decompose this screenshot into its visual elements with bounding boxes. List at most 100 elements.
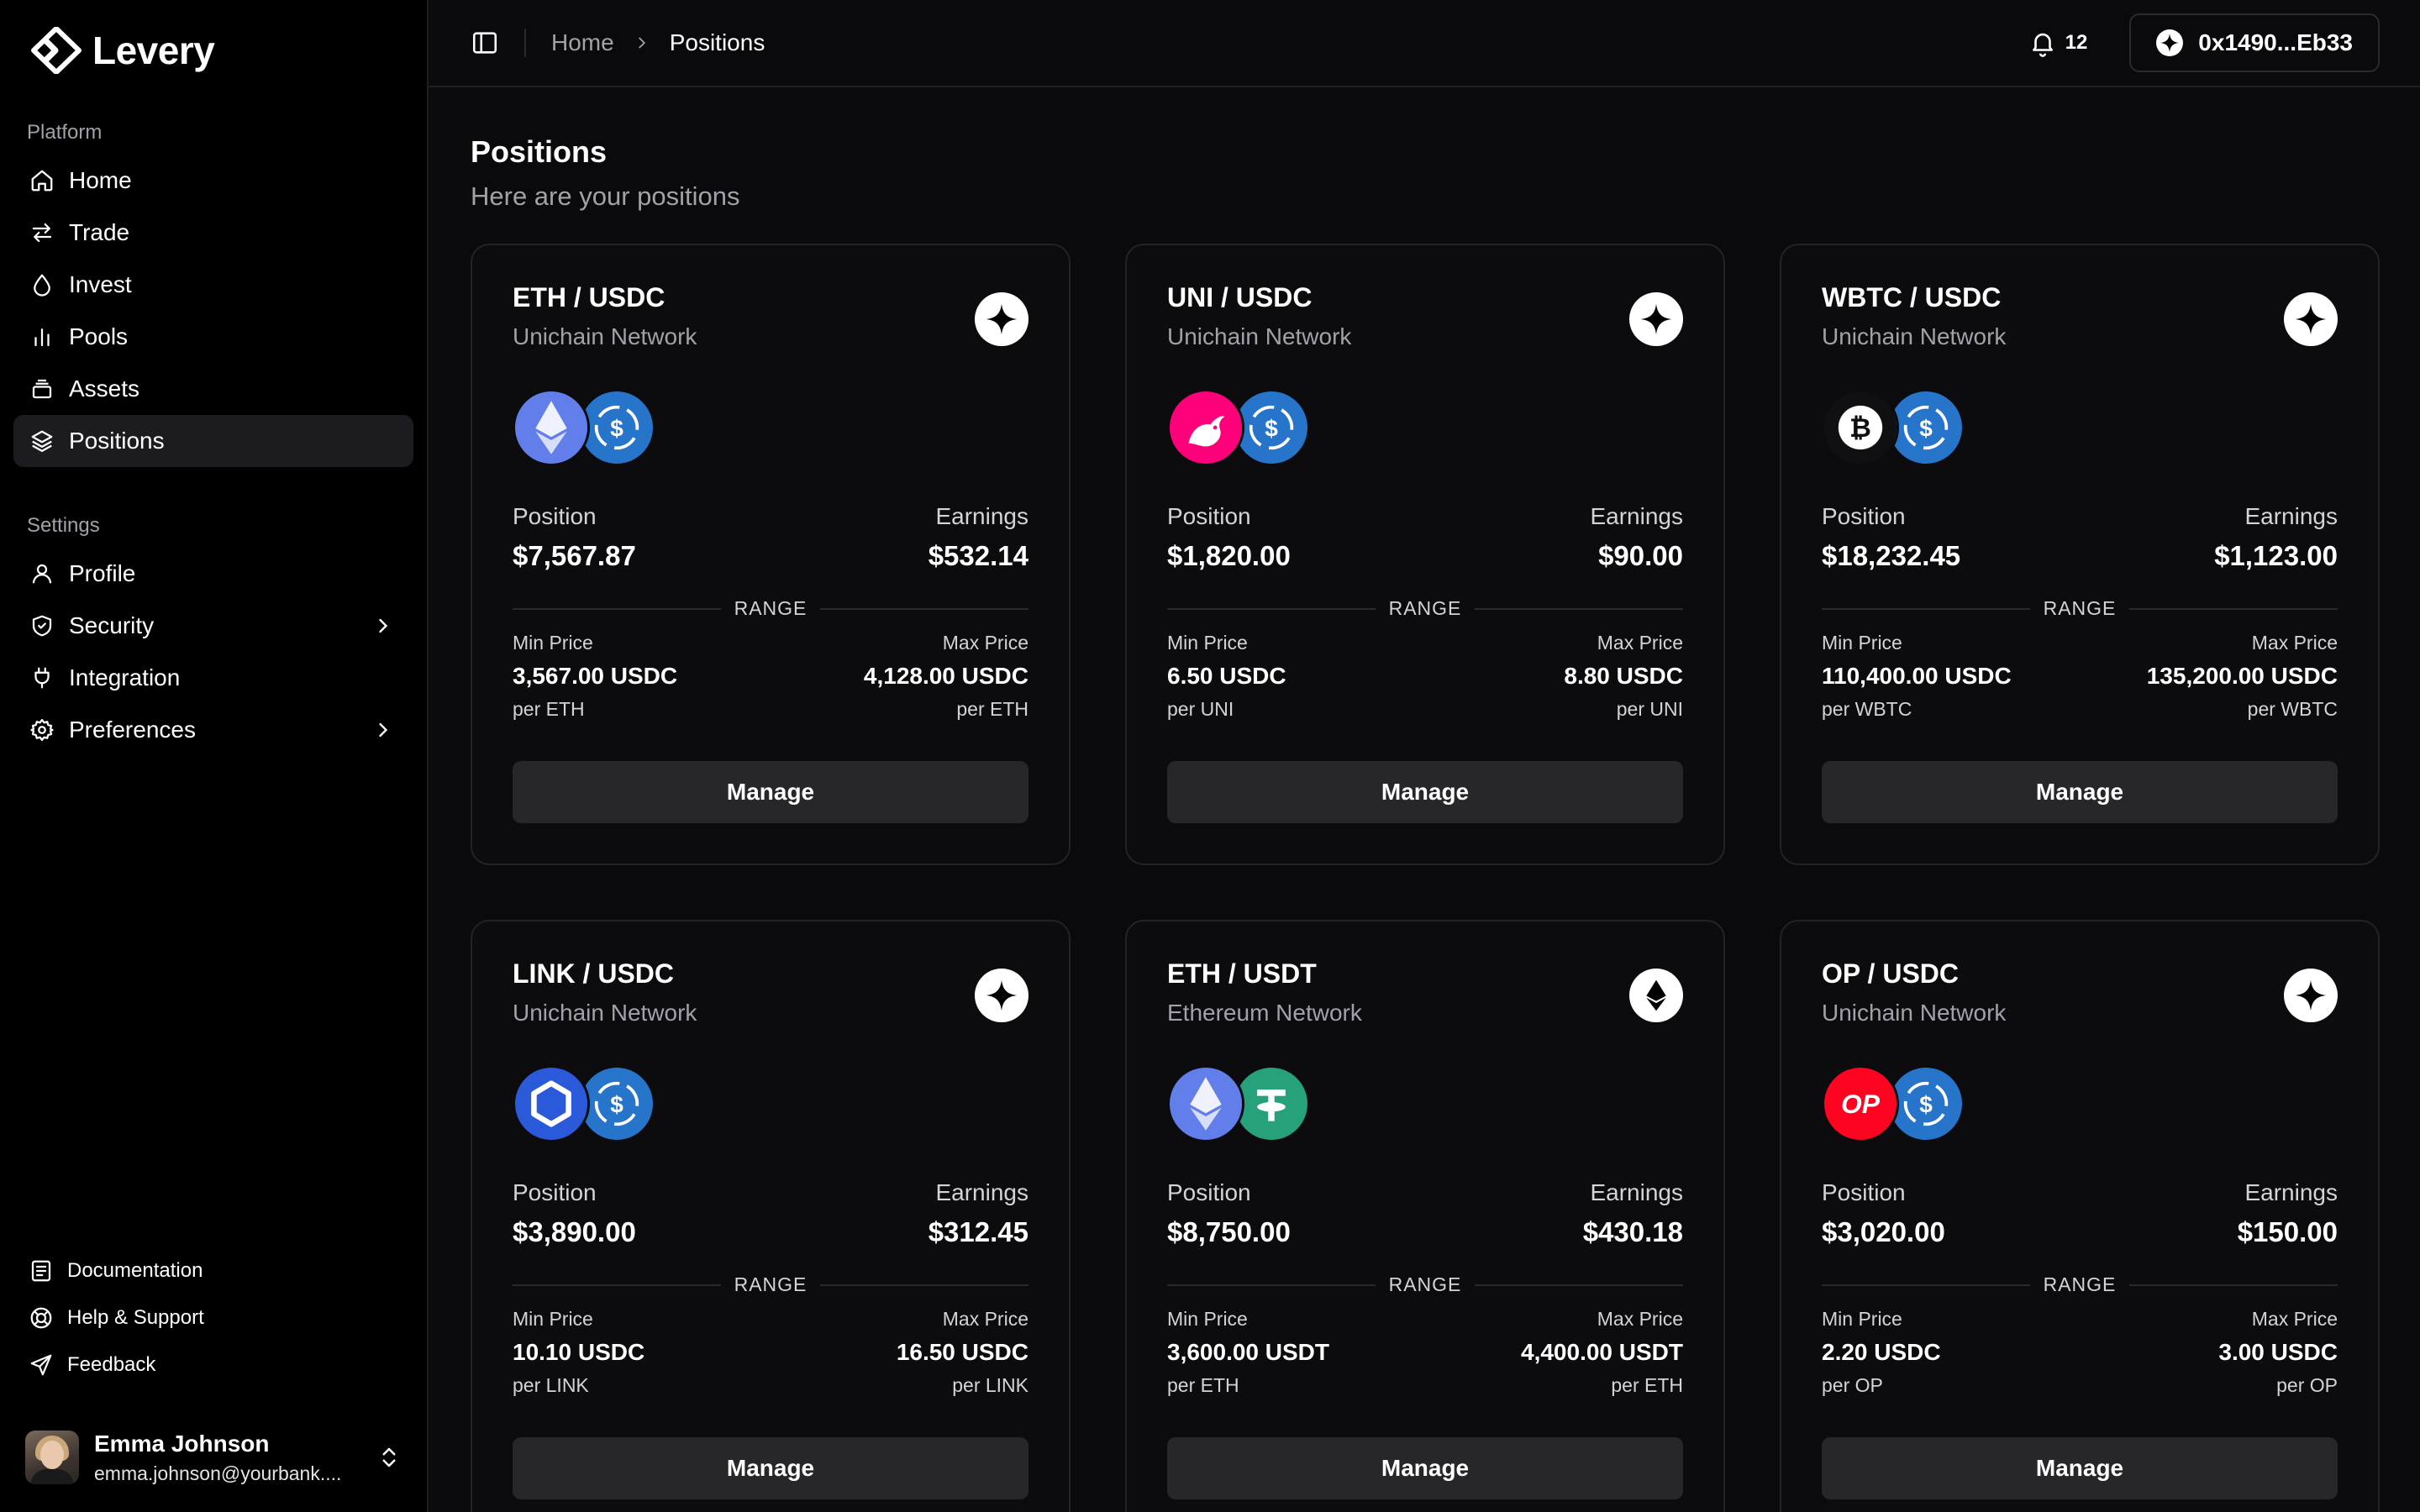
- svg-text:₿: ₿: [1849, 412, 1871, 443]
- sidebar-item-positions[interactable]: Positions: [13, 415, 413, 467]
- page-subtitle: Here are your positions: [471, 181, 740, 211]
- sidebar-toggle-icon[interactable]: [471, 29, 499, 57]
- min-price-block: Min Price 10.10 USDC per LINK: [513, 1308, 644, 1397]
- position-label: Position: [513, 503, 597, 529]
- network-badge[interactable]: [975, 292, 1028, 346]
- send-icon: [30, 1354, 52, 1376]
- bell-icon: [2032, 33, 2053, 57]
- sidebar-item-integration[interactable]: Integration: [13, 652, 413, 704]
- network-badge[interactable]: [2284, 969, 2338, 1022]
- earnings-value: $150.00: [2237, 1216, 2338, 1247]
- documentation-link[interactable]: Documentation: [13, 1247, 413, 1294]
- droplet-icon: [29, 271, 55, 298]
- sidebar-item-label: Pools: [69, 323, 129, 349]
- sidebar-item-home[interactable]: Home: [13, 155, 413, 207]
- range-label: RANGE: [1388, 1273, 1462, 1295]
- sidebar-item-preferences[interactable]: Preferences: [13, 704, 413, 756]
- help-support-link[interactable]: Help & Support: [13, 1294, 413, 1341]
- user-menu[interactable]: Emma Johnson emma.johnson@yourbank....: [13, 1420, 413, 1495]
- network-name: Unichain Network: [513, 1000, 697, 1026]
- position-label: Position: [1822, 503, 1906, 529]
- range-label: RANGE: [734, 597, 808, 619]
- earnings-stat: Earnings $150.00: [2238, 1179, 2338, 1248]
- network-badge[interactable]: [1629, 969, 1683, 1022]
- network-badge[interactable]: [1629, 292, 1683, 346]
- chevron-right-icon: [379, 722, 388, 738]
- earnings-stat: Earnings $312.45: [929, 1179, 1028, 1248]
- earnings-label: Earnings: [2244, 1179, 2338, 1205]
- help-support-label: Help & Support: [67, 1306, 204, 1329]
- earnings-label: Earnings: [2244, 503, 2338, 529]
- stack-icon: [29, 375, 55, 402]
- breadcrumb: Home Positions: [551, 29, 765, 56]
- platform-nav: Home Trade Invest Pools Assets Positions: [13, 155, 413, 467]
- levery-logo-icon: [31, 27, 82, 74]
- sidebar-footer-links: Documentation Help & Support Feedback: [13, 1247, 413, 1389]
- document-icon: [31, 1260, 51, 1282]
- max-price-block: Max Price 4,128.00 USDC per ETH: [864, 632, 1028, 721]
- token-pair-icons: $: [513, 1065, 1028, 1146]
- position-card: OP / USDC Unichain Network OP $ Position…: [1780, 920, 2380, 1512]
- manage-button[interactable]: Manage: [1167, 1437, 1683, 1499]
- earnings-stat: Earnings $430.18: [1583, 1179, 1683, 1248]
- max-price-unit: per LINK: [952, 1374, 1028, 1396]
- earnings-label: Earnings: [1590, 1179, 1683, 1205]
- network-name: Unichain Network: [1822, 1000, 2007, 1026]
- wallet-button[interactable]: 0x1490...Eb33: [2129, 13, 2380, 72]
- earnings-label: Earnings: [935, 503, 1028, 529]
- breadcrumb-home[interactable]: Home: [551, 29, 614, 56]
- app-root: Levery Platform Home Trade Invest Pools: [0, 0, 2420, 1512]
- min-price-block: Min Price 110,400.00 USDC per WBTC: [1822, 632, 2012, 721]
- network-badge[interactable]: [975, 969, 1028, 1022]
- sidebar-item-label: Trade: [69, 219, 130, 245]
- sidebar-item-pools[interactable]: Pools: [13, 311, 413, 363]
- page-header: Positions Here are your positions: [429, 87, 2420, 212]
- token-pair-icons: [1167, 1065, 1683, 1146]
- manage-button[interactable]: Manage: [1822, 1437, 2338, 1499]
- range-divider: RANGE: [1167, 597, 1684, 620]
- sidebar-item-profile[interactable]: Profile: [13, 548, 413, 600]
- manage-button[interactable]: Manage: [1822, 761, 2338, 823]
- page-title: Positions: [471, 134, 608, 169]
- max-price-block: Max Price 135,200.00 USDC per WBTC: [2147, 632, 2338, 721]
- sidebar-item-assets[interactable]: Assets: [13, 363, 413, 415]
- pair-name: UNI / USDC: [1167, 282, 1313, 312]
- position-value: $18,232.45: [1822, 540, 1961, 571]
- position-card: UNI / USDC Unichain Network $ Position $…: [1125, 244, 1725, 865]
- settings-nav: Settings Profile Security Integration Pr…: [13, 514, 413, 756]
- home-icon: [29, 167, 55, 194]
- max-price-value: 4,128.00 USDC: [863, 663, 1028, 689]
- min-price-label: Min Price: [1167, 632, 1248, 654]
- feedback-link[interactable]: Feedback: [13, 1341, 413, 1389]
- manage-button[interactable]: Manage: [513, 1437, 1028, 1499]
- sidebar-item-security[interactable]: Security: [13, 600, 413, 652]
- range-label: RANGE: [2043, 597, 2117, 619]
- manage-button[interactable]: Manage: [513, 761, 1028, 823]
- min-price-label: Min Price: [513, 1308, 593, 1330]
- position-stat: Position $1,820.00: [1167, 503, 1291, 572]
- price-row: Min Price 6.50 USDC per UNI Max Price 8.…: [1167, 632, 1683, 721]
- notifications-button[interactable]: 12: [2028, 29, 2087, 57]
- network-badge[interactable]: [2284, 292, 2338, 346]
- earnings-stat: Earnings $90.00: [1590, 503, 1683, 572]
- stat-row: Position $1,820.00 Earnings $90.00: [1167, 503, 1683, 572]
- earnings-value: $532.14: [928, 540, 1028, 571]
- position-label: Position: [513, 1179, 597, 1205]
- position-label: Position: [1167, 1179, 1251, 1205]
- sidebar-item-invest[interactable]: Invest: [13, 259, 413, 311]
- price-row: Min Price 3,567.00 USDC per ETH Max Pric…: [513, 632, 1028, 721]
- max-price-unit: per ETH: [956, 698, 1028, 720]
- price-row: Min Price 110,400.00 USDC per WBTC Max P…: [1822, 632, 2338, 721]
- sidebar-item-trade[interactable]: Trade: [13, 207, 413, 259]
- max-price-label: Max Price: [942, 632, 1028, 654]
- chevron-right-icon: [379, 618, 388, 633]
- earnings-label: Earnings: [935, 1179, 1028, 1205]
- position-label: Position: [1822, 1179, 1906, 1205]
- svg-text:$: $: [1919, 1091, 1933, 1117]
- manage-button[interactable]: Manage: [1167, 761, 1683, 823]
- op-icon: OP: [1822, 1065, 1899, 1142]
- earnings-value: $312.45: [928, 1216, 1028, 1247]
- earnings-label: Earnings: [1590, 503, 1683, 529]
- logo[interactable]: Levery: [13, 0, 413, 101]
- ethereum-icon: [1646, 979, 1666, 1011]
